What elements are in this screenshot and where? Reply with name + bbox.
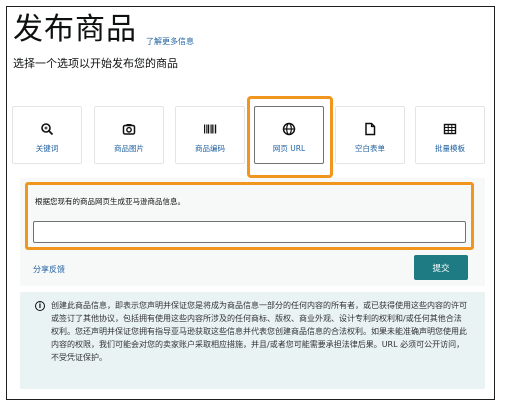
page-title: 发布商品 [13,12,137,47]
option-blank-form[interactable]: 空白表单 [335,106,405,164]
document-icon [336,121,404,136]
option-product-image[interactable]: 商品图片 [94,106,164,164]
learn-more-link[interactable]: 了解更多信息 [146,36,194,47]
option-label: 批量模板 [435,144,465,153]
option-label: 商品编码 [195,144,225,153]
option-label: 空白表单 [355,144,385,153]
info-icon: i [35,301,45,311]
share-feedback-link[interactable]: 分享反馈 [33,264,65,275]
submit-button[interactable]: 提交 [414,255,468,280]
spreadsheet-icon [416,121,484,135]
url-instruction: 根据您现有的商品网页生成亚马逊商品信息。 [35,197,185,206]
legal-notice-text: 创建此商品信息，即表示您声明并保证您是将成为商品信息一部分的任何内容的所有者，或… [51,301,467,362]
page-subtitle: 选择一个选项以开始发布您的商品 [13,57,178,70]
option-keyword[interactable]: 关键词 [12,106,82,164]
option-bulk-template[interactable]: 批量模板 [415,106,485,164]
barcode-icon [176,121,244,135]
url-input[interactable] [33,221,466,243]
option-label: 商品图片 [114,144,144,153]
option-product-code[interactable]: 商品编码 [175,106,245,164]
option-label: 关键词 [35,144,59,153]
selected-option-highlight [247,96,333,178]
camera-icon [95,121,163,135]
search-icon [13,121,81,136]
